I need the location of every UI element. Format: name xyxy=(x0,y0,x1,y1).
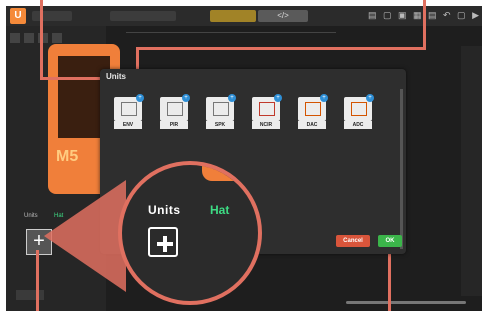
plus-icon[interactable] xyxy=(148,227,178,257)
units-label: Units xyxy=(148,203,181,217)
magnifier-callout: Units Hat xyxy=(118,161,262,305)
hat-tab[interactable]: Hat xyxy=(210,203,229,217)
